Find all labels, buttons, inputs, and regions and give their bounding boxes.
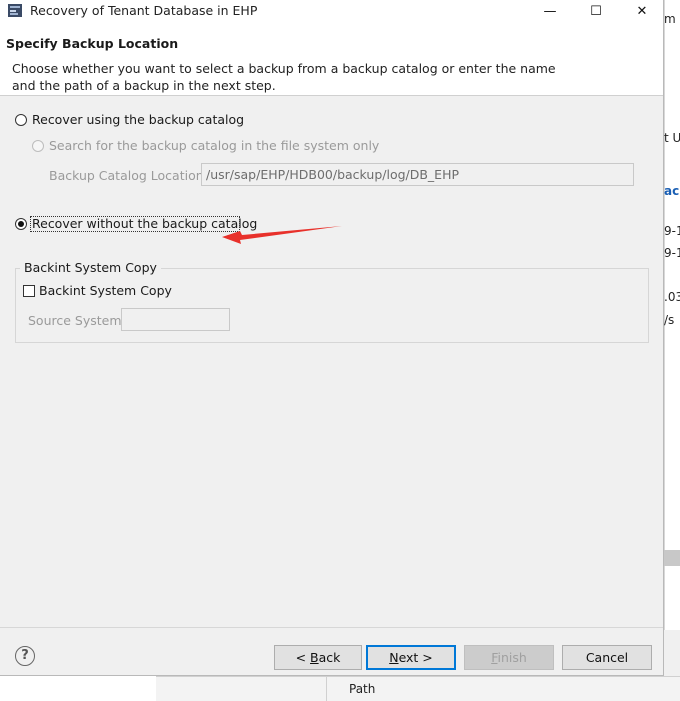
catalog-location-label: Backup Catalog Location: xyxy=(49,168,208,183)
radio-button xyxy=(32,139,44,152)
maximize-icon: ☐ xyxy=(590,3,602,19)
minimize-icon: — xyxy=(543,3,557,19)
background-scrollbar-track xyxy=(664,630,680,676)
radio-search-file-system: Search for the backup catalog in the fil… xyxy=(32,138,379,153)
radio-button[interactable] xyxy=(15,217,27,230)
recovery-dialog: Recovery of Tenant Database in EHP — ☐ ✕… xyxy=(0,0,664,676)
catalog-location-field: /usr/sap/EHP/HDB00/backup/log/DB_EHP xyxy=(201,163,634,186)
backint-system-copy-checkbox[interactable]: Backint System Copy xyxy=(23,283,172,298)
minimize-button[interactable]: — xyxy=(527,0,573,22)
close-button[interactable]: ✕ xyxy=(619,0,665,22)
focus-rectangle xyxy=(30,216,240,232)
window-title: Recovery of Tenant Database in EHP xyxy=(30,3,258,18)
finish-button: Finish xyxy=(464,645,554,670)
backint-group-title: Backint System Copy xyxy=(20,260,161,275)
background-text-fragment: t U xyxy=(664,131,680,145)
wizard-header: Specify Backup Location Choose whether y… xyxy=(0,22,663,96)
close-icon: ✕ xyxy=(636,3,648,19)
page-description: Choose whether you want to select a back… xyxy=(12,61,556,93)
back-accelerator: B xyxy=(310,650,319,665)
backint-group xyxy=(15,268,649,343)
next-button[interactable]: Next > xyxy=(366,645,456,670)
background-text-fragment: m U xyxy=(664,12,680,26)
footer-separator xyxy=(0,627,663,628)
help-icon[interactable]: ? xyxy=(15,646,35,666)
back-label: ack xyxy=(318,650,341,665)
finish-label: inish xyxy=(497,650,527,665)
background-separator xyxy=(326,677,327,701)
annotation-arrow xyxy=(222,226,342,244)
radio-label: Search for the backup catalog in the fil… xyxy=(49,138,380,153)
background-text-fragment: 9-1 xyxy=(664,224,680,238)
radio-label: Recover using the backup catalog xyxy=(32,112,245,127)
background-text-fragment: acl xyxy=(664,184,680,198)
next-accelerator: N xyxy=(389,650,399,665)
radio-recover-with-catalog[interactable]: Recover using the backup catalog xyxy=(15,112,244,127)
background-right-panel xyxy=(664,0,680,700)
back-prefix: < xyxy=(295,650,311,665)
page-title: Specify Backup Location xyxy=(6,36,179,51)
checkbox[interactable] xyxy=(23,284,35,297)
title-bar[interactable]: Recovery of Tenant Database in EHP — ☐ ✕ xyxy=(0,0,663,22)
background-text-fragment: 9-1 xyxy=(664,246,680,260)
background-scrollbar xyxy=(664,550,680,566)
checkbox-label: Backint System Copy xyxy=(39,283,172,298)
source-system-field xyxy=(121,308,230,331)
radio-button[interactable] xyxy=(15,113,27,126)
background-text-fragment: /s xyxy=(664,313,675,327)
background-bottom-bar: Path xyxy=(156,676,680,701)
maximize-button[interactable]: ☐ xyxy=(573,0,619,22)
sap-hana-studio-icon xyxy=(8,4,22,17)
background-path-label: Path xyxy=(349,682,376,696)
source-system-label: Source System: xyxy=(28,313,126,328)
cancel-button[interactable]: Cancel xyxy=(562,645,652,670)
next-label: ext > xyxy=(398,650,433,665)
background-text-fragment: .03 xyxy=(664,290,680,304)
back-button[interactable]: < Back xyxy=(274,645,362,670)
